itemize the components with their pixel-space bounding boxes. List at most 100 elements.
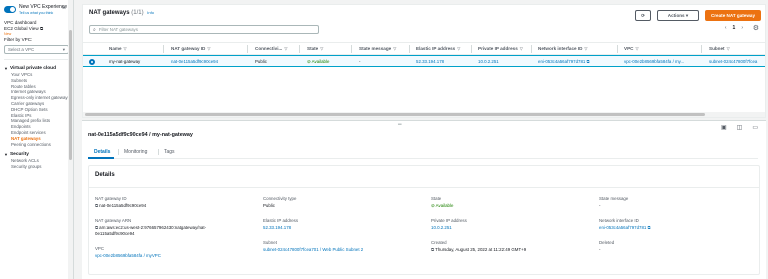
table-row[interactable]: my-nat-gateway nat-0e115a5df9c90ce94 Pub… — [83, 55, 765, 67]
col-elastic-ip-label: Elastic IP address — [416, 46, 456, 51]
private-ip-label: Private IP address — [431, 218, 467, 223]
col-vpc[interactable]: VPC ▽ — [624, 46, 639, 51]
next-page-icon[interactable]: › — [741, 25, 743, 31]
col-network-interface-id[interactable]: Network interface ID ▽ — [538, 46, 588, 51]
create-nat-gateway-button[interactable]: Create NAT gateway — [705, 10, 761, 21]
divider — [89, 187, 759, 188]
tab-monitoring[interactable]: Monitoring — [124, 149, 147, 155]
nat-gateways-panel: NAT gateways (1/1) Info ⟳ Actions ▾ Crea… — [82, 4, 766, 118]
cell-subnet[interactable]: subnet-024c47800f7fcea — [709, 59, 757, 64]
split-side-icon[interactable]: ◫ — [737, 124, 743, 131]
close-icon[interactable]: × — [62, 5, 66, 12]
section-virtual-private-cloud[interactable]: ▼ Virtual private cloud — [0, 65, 73, 72]
search-input[interactable]: ⌕ Filter NAT gateways — [89, 25, 319, 34]
detail-title: nat-0e115a5df9c90ce94 / my-nat-gateway — [88, 132, 193, 138]
refresh-button[interactable]: ⟳ — [635, 10, 651, 21]
nat-gateway-arn-value: ⧉arn:aws:ec2:us-west-2:976657962430:natg… — [95, 225, 206, 230]
sort-icon: ▽ — [635, 46, 639, 51]
gear-icon[interactable]: ⚙ — [753, 24, 759, 32]
feedback-link[interactable]: Tell us what you think — [19, 10, 67, 16]
column-divider[interactable] — [299, 45, 300, 53]
col-nat-gateway-id[interactable]: NAT gateway ID ▽ — [171, 46, 210, 51]
section-security[interactable]: ▼ Security — [0, 151, 73, 158]
copy-icon[interactable]: ⧉ — [95, 203, 98, 208]
column-divider[interactable] — [163, 45, 164, 53]
vpc-filter-placeholder: Select a VPC — [8, 47, 35, 52]
resize-handle-icon[interactable]: ═ — [398, 122, 403, 128]
sort-icon: ▽ — [284, 46, 288, 51]
sidebar-item-security-groups[interactable]: Security groups — [0, 164, 73, 170]
sort-icon: ▽ — [123, 46, 127, 51]
col-subnet[interactable]: Subnet ▽ — [709, 46, 730, 51]
col-state[interactable]: State ▽ — [307, 46, 323, 51]
column-divider[interactable] — [409, 45, 410, 53]
new-vpc-toggle[interactable] — [4, 6, 16, 13]
vpc-filter-select[interactable]: Select a VPC ▾ — [4, 45, 69, 54]
active-tab-indicator — [88, 157, 114, 159]
network-interface-id-link[interactable]: eni-053c4a56af797d781 ⧉ — [599, 225, 650, 230]
sidebar-scroll-thumb[interactable] — [69, 30, 72, 160]
tab-divider — [118, 149, 119, 155]
sort-icon: ▽ — [320, 46, 324, 51]
vpc-label: VPC — [95, 246, 105, 251]
subnet-link[interactable]: subnet-024c47800f7fcea701 / Web Public S… — [263, 247, 363, 252]
cell-nat-gateway-id[interactable]: nat-0e115a5df9c90ce94 — [171, 59, 218, 64]
sort-icon: ▽ — [519, 46, 523, 51]
section-security-label: Security — [9, 152, 29, 158]
sort-icon: ▽ — [457, 46, 461, 51]
col-connectivity[interactable]: Connectivi... ▽ — [255, 46, 287, 51]
sidebar-scrollbar[interactable] — [68, 0, 73, 279]
column-divider[interactable] — [617, 45, 618, 53]
col-private-ip-label: Private IP address — [478, 46, 518, 51]
copy-icon[interactable]: ⧉ — [95, 225, 98, 230]
vpc-link[interactable]: vpc-00e2b8569bfa584fa / myVPC — [95, 253, 161, 258]
details-card-title: Details — [95, 172, 115, 178]
actions-button[interactable]: Actions ▾ — [657, 10, 699, 21]
tab-details[interactable]: Details — [94, 149, 110, 155]
info-link[interactable]: Info — [147, 10, 154, 15]
row-select-radio[interactable] — [89, 58, 95, 65]
sort-icon: ▽ — [584, 46, 588, 51]
cell-connectivity: Public — [255, 59, 267, 64]
detail-panel: ═ ▣ ◫ ▭ nat-0e115a5df9c90ce94 / my-nat-g… — [82, 120, 766, 279]
col-state-message[interactable]: State message ▽ — [359, 46, 396, 51]
cell-vpc[interactable]: vpc-00e2b8569bfa584fa / my... — [624, 59, 684, 64]
cell-private-ip[interactable]: 10.0.2.251 — [478, 59, 499, 64]
cell-state-text: Available — [311, 59, 330, 64]
column-divider[interactable] — [471, 45, 472, 53]
sort-icon: ▽ — [207, 46, 211, 51]
check-circle-icon: ⊘ — [431, 203, 435, 208]
connectivity-type-label: Connectivity type — [263, 196, 297, 201]
tab-tags[interactable]: Tags — [164, 149, 175, 155]
split-none-icon[interactable]: ▭ — [752, 124, 758, 131]
state-value: ⊘ Available — [431, 203, 453, 208]
column-divider[interactable] — [531, 45, 532, 53]
subnet-label: Subnet — [263, 240, 277, 245]
divider — [4, 59, 69, 60]
col-private-ip[interactable]: Private IP address ▽ — [478, 46, 523, 51]
cell-elastic-ip[interactable]: 52.33.194.178 — [416, 59, 444, 64]
table-scroll-thumb[interactable] — [85, 113, 705, 116]
column-divider[interactable] — [351, 45, 352, 53]
col-id-label: NAT gateway ID — [171, 46, 206, 51]
table-horizontal-scrollbar[interactable] — [83, 112, 765, 117]
prev-page-icon[interactable]: ‹ — [725, 25, 727, 31]
split-bottom-icon[interactable]: ▣ — [721, 124, 727, 131]
cell-network-interface-id[interactable]: eni-053c4a56af797d781 ⧉ — [538, 59, 589, 64]
chevron-down-icon: ▾ — [62, 46, 65, 52]
col-eni-label: Network interface ID — [538, 46, 583, 51]
deleted-label: Deleted — [599, 240, 615, 245]
sidebar: New VPC Experience Tell us what you thin… — [0, 0, 74, 279]
private-ip-link[interactable]: 10.0.2.251 — [431, 225, 452, 230]
elastic-ip-label: Elastic IP address — [263, 218, 299, 223]
page-number[interactable]: 1 — [733, 25, 736, 31]
elastic-ip-link[interactable]: 52.33.194.178 — [263, 225, 291, 230]
column-divider[interactable] — [701, 45, 702, 53]
state-value-text: Available — [435, 203, 454, 208]
column-divider[interactable] — [247, 45, 248, 53]
copy-icon[interactable]: ⧉ — [431, 247, 434, 252]
col-elastic-ip[interactable]: Elastic IP address ▽ — [416, 46, 460, 51]
created-value: ⧉Thursday, August 25, 2022 at 11:22:49 G… — [431, 247, 526, 252]
col-name[interactable]: Name ▽ — [109, 46, 127, 51]
cell-state: ⊘ Available — [307, 59, 329, 65]
